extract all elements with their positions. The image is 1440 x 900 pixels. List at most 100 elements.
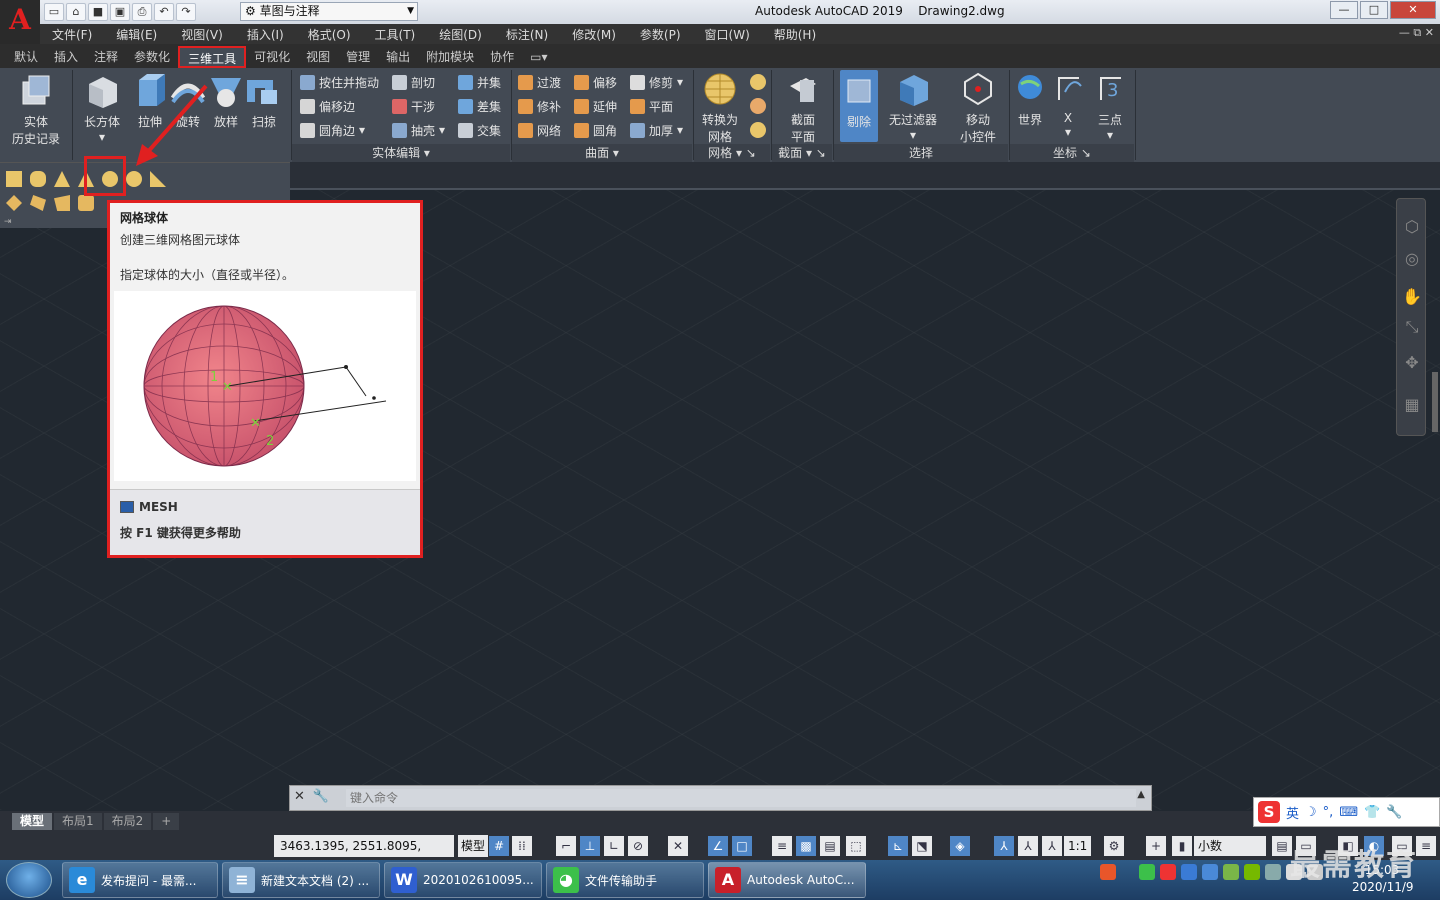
auto-scale-icon[interactable]: ⅄ (1018, 836, 1038, 856)
tab-output[interactable]: 输出 (378, 46, 418, 68)
chevron-up-icon[interactable]: ▲ (1137, 789, 1145, 800)
solid-history-button[interactable]: 实体 历史记录 (8, 74, 64, 147)
surface-extend-button[interactable]: 延伸 (574, 96, 617, 116)
minimize-button[interactable]: — (1330, 1, 1358, 19)
mesh-tabulated-icon[interactable] (78, 195, 94, 211)
wrench-icon[interactable]: 🔧 (313, 789, 329, 804)
redo-icon[interactable]: ↷ (176, 3, 196, 21)
maximize-button[interactable]: □ (1360, 1, 1388, 19)
sogou-icon[interactable]: S (1258, 801, 1280, 823)
units-icon[interactable]: ▮ (1172, 836, 1192, 856)
new-file-icon[interactable]: ▭ (44, 3, 64, 21)
units-value[interactable]: 小数 (1194, 836, 1266, 856)
full-navigation-icon[interactable]: ◎ (1402, 249, 1422, 269)
mesh-box-icon[interactable] (6, 171, 22, 187)
steering-wheel-icon[interactable]: ⬡ (1402, 217, 1422, 237)
polar-tracking-icon[interactable]: ⊘ (628, 836, 648, 856)
menu-parametric[interactable]: 参数(P) (628, 26, 693, 43)
taskbar-ie[interactable]: e 发布提问 - 最需... (62, 862, 218, 898)
selection-cycling-icon[interactable]: ▤ (820, 836, 840, 856)
move-gizmo-button[interactable]: 移动 小控件 (952, 72, 1004, 145)
open-file-icon[interactable]: ⌂ (66, 3, 86, 21)
mesh-cylinder-icon[interactable] (30, 171, 46, 187)
selection-filter-icon[interactable]: ⬔ (912, 836, 932, 856)
tab-addins[interactable]: 附加模块 (418, 46, 482, 68)
taskbar-autocad[interactable]: A Autodesk AutoC... (708, 862, 866, 898)
no-filter-button[interactable]: 无过滤器 ▾ (884, 72, 942, 142)
mesh-edge-icon[interactable] (30, 195, 46, 211)
taskbar-wechat[interactable]: ◕ 文件传输助手 (546, 862, 704, 898)
sweep-button[interactable]: 扫掠 (246, 74, 282, 130)
planar-button[interactable]: 平面 (630, 96, 673, 116)
thicken-button[interactable]: 加厚 ▾ (630, 120, 683, 140)
gizmo-icon[interactable]: ◈ (950, 836, 970, 856)
tab-layout1[interactable]: 布局1 (54, 812, 102, 830)
world-ucs-button[interactable]: 世界 (1012, 72, 1048, 128)
fillet-edge-button[interactable]: 圆角边 ▾ (300, 120, 365, 140)
isometric-icon[interactable]: ✕ (668, 836, 688, 856)
orbit-icon[interactable]: ✥ (1402, 353, 1422, 373)
interfere-button[interactable]: 干涉 (392, 96, 435, 116)
document-window-controls[interactable]: — ⧉ ✕ (1399, 26, 1434, 40)
menu-modify[interactable]: 修改(M) (560, 26, 628, 43)
tab-visualize[interactable]: 可视化 (246, 46, 298, 68)
zoom-extents-icon[interactable]: ⤡ (1402, 317, 1422, 337)
infer-constraints-icon[interactable]: ⌐ (556, 836, 576, 856)
mesh-torus-icon[interactable] (126, 171, 142, 187)
model-space-button[interactable]: 模型 (458, 835, 488, 857)
tab-view[interactable]: 视图 (298, 46, 338, 68)
start-button[interactable] (6, 862, 52, 898)
save-icon[interactable]: ■ (88, 3, 108, 21)
close-button[interactable]: ✕ (1390, 1, 1436, 19)
keyboard-icon[interactable]: ⌨ (1339, 805, 1358, 820)
undo-icon[interactable]: ↶ (154, 3, 174, 21)
union-button[interactable]: 并集 (458, 72, 501, 92)
subtract-button[interactable]: 差集 (458, 96, 501, 116)
network-button[interactable]: 网络 (518, 120, 561, 140)
transparency-icon[interactable]: ▩ (796, 836, 816, 856)
menu-help[interactable]: 帮助(H) (762, 26, 828, 43)
app-menu-logo[interactable]: A (0, 0, 40, 44)
update-tray-icon[interactable] (1223, 864, 1239, 880)
command-input[interactable] (346, 789, 1136, 807)
ribbon-toggle-icon[interactable]: ▭▾ (522, 46, 555, 68)
network-tray-icon[interactable] (1202, 864, 1218, 880)
security-tray-icon[interactable] (1181, 864, 1197, 880)
surface-fillet-button[interactable]: 圆角 (574, 120, 617, 140)
plus-icon[interactable]: + (1146, 836, 1166, 856)
tab-manage[interactable]: 管理 (338, 46, 378, 68)
taskbar-notepad[interactable]: ≡ 新建文本文档 (2) ... (222, 862, 380, 898)
coordinates-panel-title[interactable]: 坐标 ↘ (1010, 144, 1134, 162)
surface-panel-title[interactable]: 曲面 ▾ (512, 144, 692, 162)
taskbar-wps[interactable]: W 2020102610095... (384, 862, 542, 898)
tab-default[interactable]: 默认 (6, 46, 46, 68)
menu-insert[interactable]: 插入(I) (235, 26, 296, 43)
tab-collaborate[interactable]: 协作 (482, 46, 522, 68)
annotation-scale-value[interactable]: 1:1 (1064, 836, 1092, 856)
grid-icon[interactable]: # (489, 836, 509, 856)
solid-editing-panel-title[interactable]: 实体编辑 ▾ (292, 144, 510, 162)
pan-hand-icon[interactable]: ✋ (1402, 287, 1422, 307)
convert-to-mesh-button[interactable]: 转换为 网格 (698, 72, 742, 145)
slice-button[interactable]: 剖切 (392, 72, 435, 92)
gear-icon[interactable]: ⚙ (1104, 836, 1124, 856)
ime-language[interactable]: 英 (1286, 803, 1299, 822)
three-point-ucs-button[interactable]: 3 三点 ▾ (1090, 72, 1130, 142)
menu-draw[interactable]: 绘图(D) (427, 26, 494, 43)
wrench-icon[interactable]: 🔧 (1386, 805, 1402, 820)
tab-parametric[interactable]: 参数化 (126, 46, 178, 68)
dynamic-ucs-icon[interactable]: ⊾ (888, 836, 908, 856)
menu-view[interactable]: 视图(V) (169, 26, 235, 43)
mesh-ruled-icon[interactable] (54, 195, 70, 211)
offset-edge-button[interactable]: 偏移边 (300, 96, 355, 116)
menu-format[interactable]: 格式(O) (296, 26, 363, 43)
shirt-icon[interactable]: 👕 (1364, 805, 1380, 820)
intersect-button[interactable]: 交集 (458, 120, 501, 140)
showmotion-icon[interactable]: ▦ (1402, 395, 1422, 415)
punctuation-icon[interactable]: °, (1323, 805, 1334, 820)
add-layout-icon[interactable]: + (153, 812, 180, 830)
mesh-smooth-less-icon[interactable] (750, 98, 766, 114)
weibo-tray-icon[interactable] (1160, 864, 1176, 880)
tab-layout2[interactable]: 布局2 (103, 812, 152, 830)
presspull-button[interactable]: 按住并拖动 (300, 72, 379, 92)
